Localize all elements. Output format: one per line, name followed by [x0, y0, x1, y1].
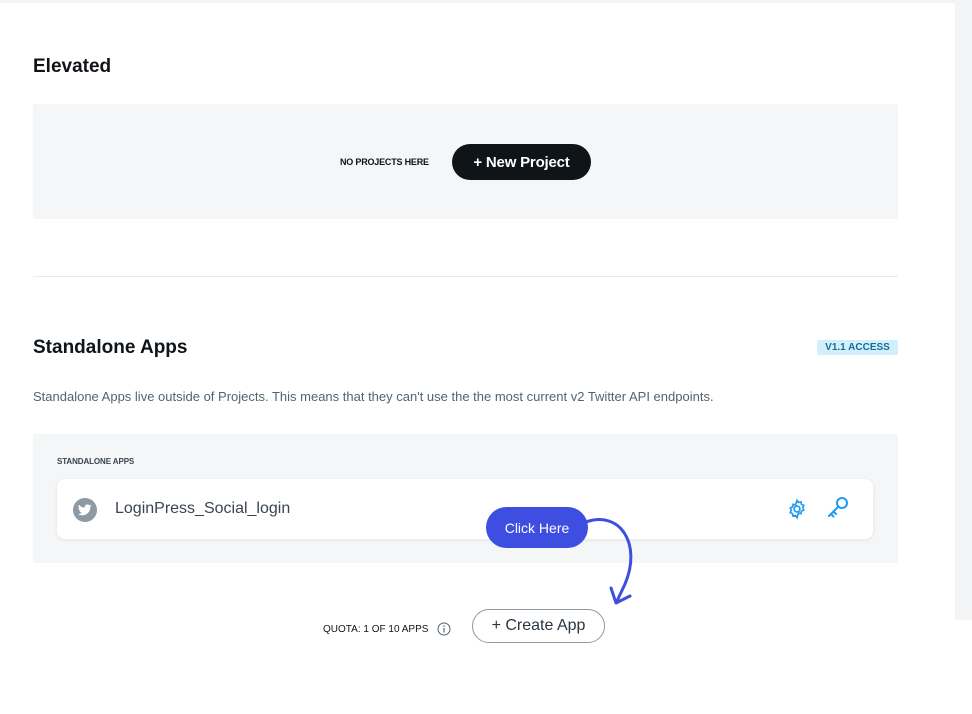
info-icon[interactable] [437, 622, 451, 636]
new-project-button[interactable]: + New Project [452, 144, 591, 180]
apps-list-label: STANDALONE APPS [57, 457, 135, 466]
gear-icon[interactable] [786, 498, 808, 520]
twitter-bird-icon [73, 498, 97, 522]
no-projects-label: NO PROJECTS HERE [340, 157, 429, 167]
standalone-apps-panel: STANDALONE APPS LoginPress_Social_login [33, 434, 898, 563]
click-here-callout: Click Here [486, 507, 588, 548]
standalone-apps-description: Standalone Apps live outside of Projects… [33, 389, 714, 404]
top-divider [0, 0, 955, 3]
create-app-button[interactable]: + Create App [472, 609, 605, 643]
standalone-apps-title: Standalone Apps [33, 337, 188, 358]
elevated-projects-panel: NO PROJECTS HERE + New Project [33, 104, 898, 219]
section-divider [33, 276, 898, 277]
pointer-arrow-icon [584, 518, 633, 605]
elevated-section-title: Elevated [33, 56, 112, 77]
app-name[interactable]: LoginPress_Social_login [115, 500, 290, 518]
page-gutter [955, 0, 972, 620]
app-quota-text: QUOTA: 1 OF 10 APPS [323, 624, 429, 635]
app-card[interactable]: LoginPress_Social_login [57, 479, 873, 539]
access-level-badge: V1.1 ACCESS [817, 340, 898, 355]
key-icon[interactable] [825, 495, 851, 521]
